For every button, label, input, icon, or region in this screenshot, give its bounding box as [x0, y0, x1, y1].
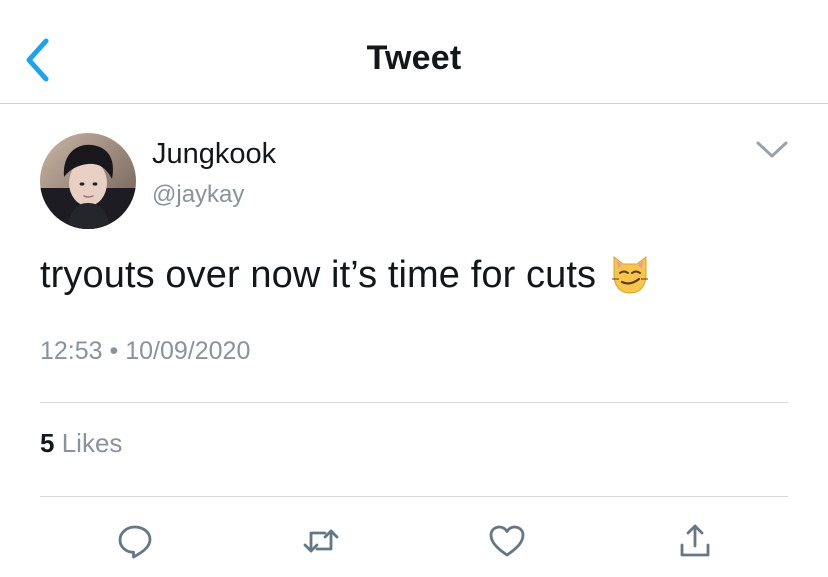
- tweet-text: tryouts over now it’s time for cuts: [40, 251, 652, 297]
- reply-button[interactable]: [115, 521, 155, 561]
- tweet-time: 12:53: [40, 337, 103, 365]
- tweet-date: 10/09/2020: [125, 337, 251, 365]
- tweet-text-content: tryouts over now it’s time for cuts: [40, 254, 597, 296]
- smirking-cat-emoji: [608, 251, 652, 295]
- divider: [40, 402, 788, 403]
- likes-stat[interactable]: 5 Likes: [40, 428, 122, 459]
- likes-count: 5: [40, 428, 55, 458]
- like-button[interactable]: [487, 521, 527, 561]
- tweet-timestamp: 12:53 • 10/09/2020: [40, 337, 250, 366]
- share-button[interactable]: [675, 521, 715, 561]
- reply-icon: [118, 525, 152, 559]
- retweet-button[interactable]: [301, 521, 341, 561]
- tweet-options-button[interactable]: [754, 138, 790, 162]
- retweet-icon: [303, 529, 339, 553]
- likes-label: Likes: [61, 428, 123, 458]
- chevron-down-icon: [756, 141, 788, 158]
- timestamp-separator: •: [109, 337, 119, 365]
- author-handle[interactable]: @jaykay: [152, 181, 244, 209]
- top-nav-bar: Tweet: [0, 0, 828, 104]
- page-title: Tweet: [366, 39, 462, 77]
- heart-icon: [489, 525, 525, 557]
- author-name[interactable]: Jungkook: [152, 138, 276, 171]
- avatar[interactable]: [40, 133, 136, 229]
- share-icon: [680, 524, 710, 557]
- divider: [40, 496, 788, 497]
